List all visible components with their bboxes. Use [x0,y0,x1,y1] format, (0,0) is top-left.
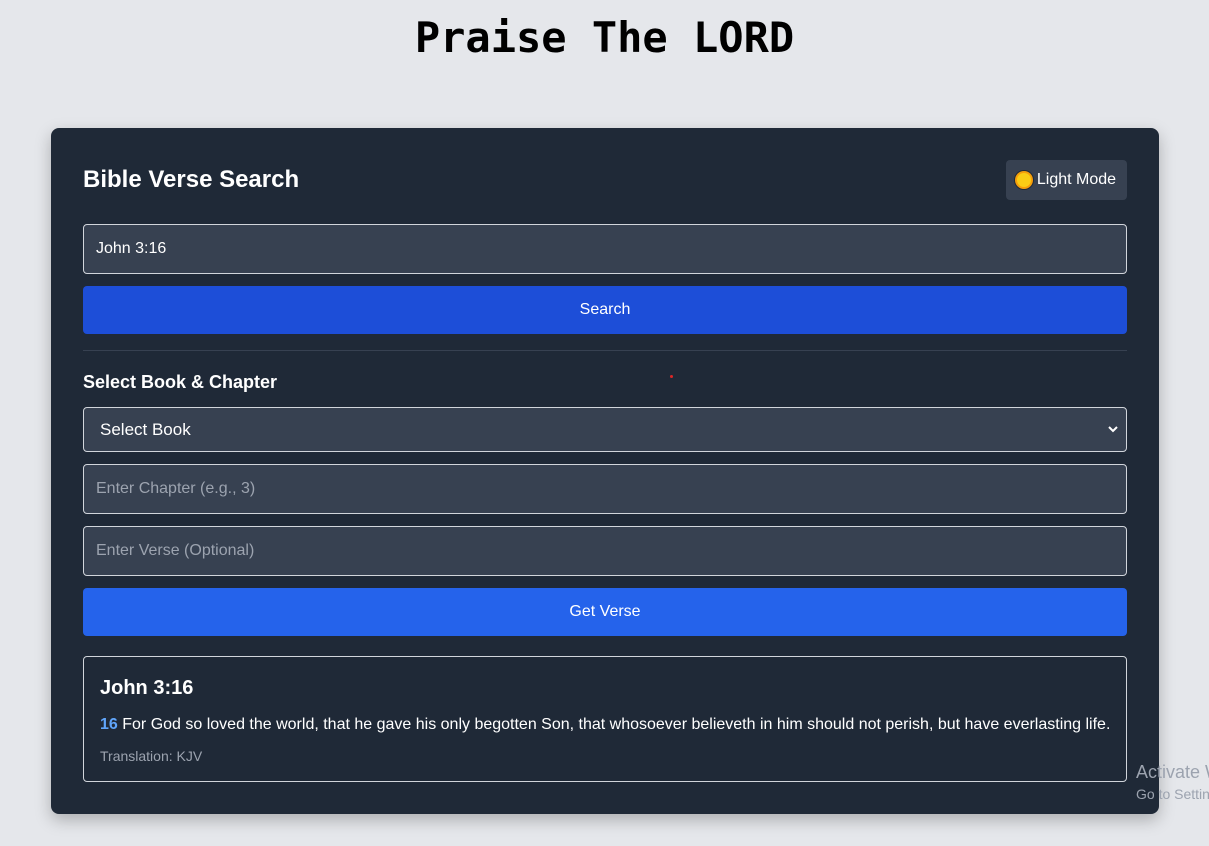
card-heading: Bible Verse Search [83,166,300,193]
translation-label: Translation: KJV [100,748,203,764]
book-select-value: Select Book [100,420,191,439]
verse-number: 16 [100,716,118,733]
chapter-input[interactable] [83,464,1127,514]
result-verse-text: 16 For God so loved the world, that he g… [100,715,1110,735]
activate-windows-subtitle: Go to Settings to activate Windows. [1136,786,1209,802]
verse-result-panel: John 3:16 16 For God so loved the world,… [83,656,1127,782]
verse-input[interactable] [83,526,1127,576]
light-mode-label: Light Mode [1036,171,1117,188]
stray-red-dot [670,375,673,378]
light-mode-button[interactable]: Light Mode [1006,160,1127,200]
section-divider [83,350,1127,351]
sun-icon [1016,173,1031,187]
section-label: Select Book & Chapter [83,372,278,392]
bible-search-card: Bible Verse Search Light Mode Search Sel… [51,128,1159,814]
verse-search-input[interactable] [83,224,1127,274]
verse-body: For God so loved the world, that he gave… [117,716,1111,733]
page-title: Praise The LORD [414,13,795,62]
book-select[interactable]: Select Book [83,407,1127,452]
get-verse-button[interactable]: Get Verse [83,588,1127,636]
search-button[interactable]: Search [83,286,1127,334]
chevron-down-icon [1108,426,1118,433]
activate-windows-title: Activate Windows [1136,762,1209,782]
result-reference: John 3:16 [100,677,194,699]
